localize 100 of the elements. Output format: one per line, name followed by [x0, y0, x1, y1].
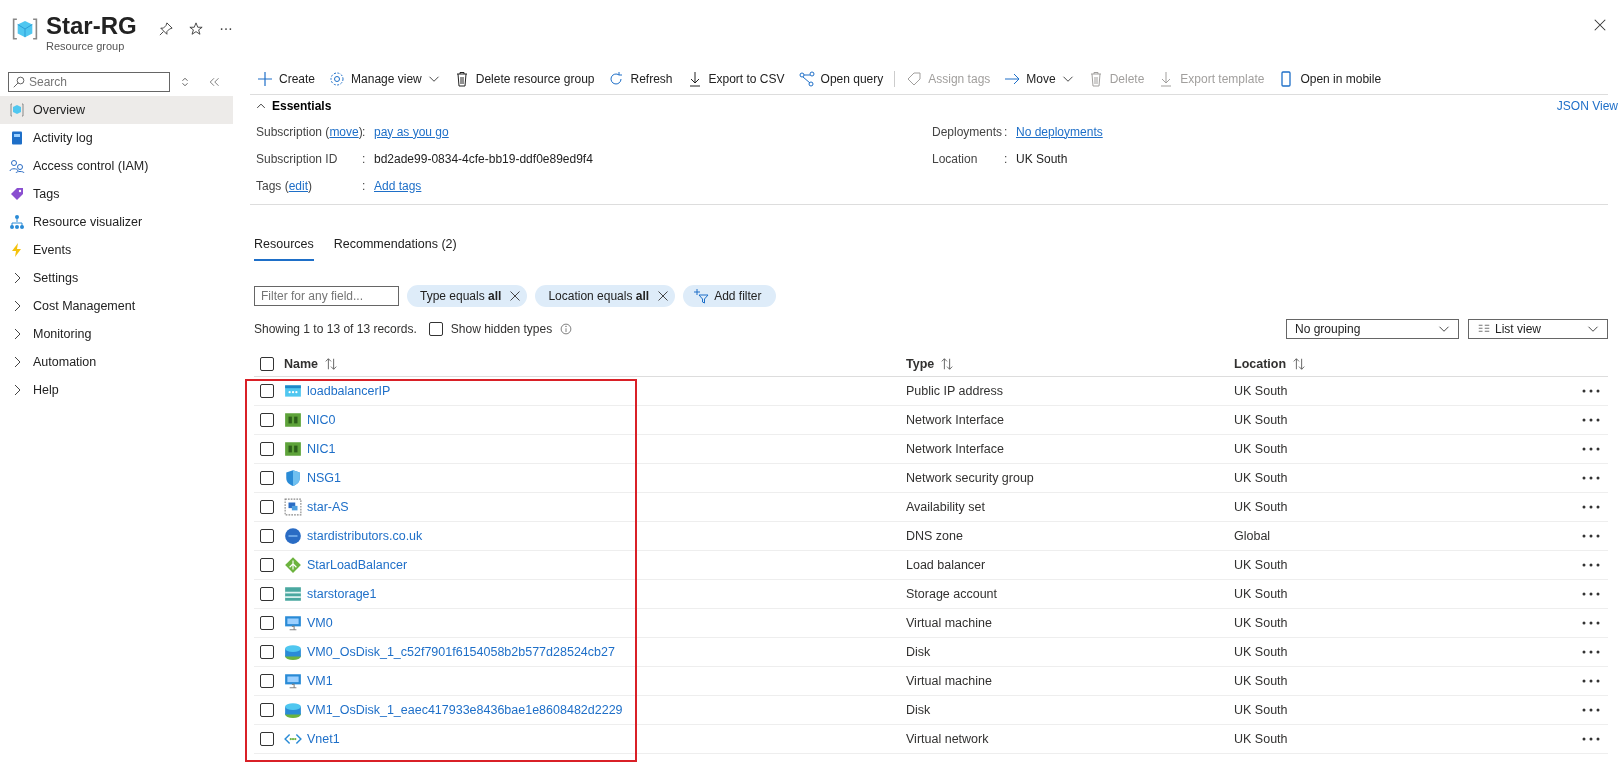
toolbar-button[interactable]: Create [250, 66, 323, 92]
row-checkbox[interactable] [260, 732, 274, 746]
resource-link[interactable]: StarLoadBalancer [307, 558, 408, 572]
field-value-link[interactable]: No deployments [1016, 124, 1103, 139]
toolbar-button[interactable]: Refresh [601, 66, 680, 92]
tab[interactable]: Resources [254, 235, 314, 261]
more-button[interactable] [1582, 678, 1600, 684]
resource-link[interactable]: Vnet1 [307, 732, 340, 746]
filter-field[interactable]: Filter for any field... [254, 286, 399, 306]
sidebar-item[interactable]: Settings [0, 264, 233, 292]
json-view-link[interactable]: JSON View [1556, 99, 1618, 113]
table-cell-text: DNS zone [906, 529, 964, 543]
resource-link[interactable]: NSG1 [307, 471, 342, 485]
sidebar-item[interactable]: Resource visualizer [0, 208, 233, 236]
availability-set-icon [284, 498, 302, 516]
toolbar-button[interactable]: Move [997, 66, 1081, 92]
sidebar-item[interactable]: Overview [0, 96, 233, 124]
page-title: Star-RG [46, 12, 137, 40]
more-button[interactable] [1582, 591, 1600, 597]
row-checkbox[interactable] [260, 616, 274, 630]
row-checkbox[interactable] [260, 645, 274, 659]
resource-link[interactable]: VM0 [307, 616, 333, 630]
view-dropdown[interactable]: List view [1468, 319, 1608, 339]
more-button[interactable] [1582, 475, 1600, 481]
column-header[interactable]: Type [906, 356, 935, 371]
filter-icon [693, 288, 710, 304]
row-checkbox[interactable] [260, 587, 274, 601]
row-checkbox[interactable] [260, 703, 274, 717]
checkbox[interactable] [428, 322, 443, 336]
grouping-dropdown[interactable]: No grouping [1286, 319, 1459, 339]
table-cell-text: Load balancer [906, 558, 987, 572]
table-cell-text: UK South [1234, 442, 1289, 456]
field-label: Tags (edit) [256, 178, 314, 193]
resource-link[interactable]: loadbalancerIP [307, 384, 391, 398]
more-button[interactable] [1582, 504, 1600, 510]
resource-link[interactable]: VM1 [307, 674, 333, 688]
globe-icon [284, 527, 302, 545]
search-field[interactable]: Search [8, 72, 170, 92]
filter-chip[interactable]: Location equals all [535, 285, 676, 307]
resource-link[interactable]: VM0_OsDisk_1_c52f7901f6154058b2b577d28524cb27 [307, 645, 615, 659]
table-cell-text: Disk [906, 645, 932, 659]
more-button[interactable] [1582, 533, 1600, 539]
field-label-link[interactable]: move [329, 124, 359, 139]
row-checkbox[interactable] [260, 558, 274, 572]
toolbar-button[interactable]: Open in mobile [1271, 66, 1389, 92]
sidebar-item[interactable]: Events [0, 236, 233, 264]
more-button[interactable] [1582, 736, 1600, 742]
toolbar-button[interactable]: Delete resource group [446, 66, 602, 92]
field-separator: : [362, 124, 367, 139]
resource-link[interactable]: NIC1 [307, 442, 336, 456]
toolbar-button[interactable]: Manage view [322, 66, 447, 92]
sidebar-item[interactable]: Tags [0, 180, 233, 208]
pin-icon [158, 22, 173, 36]
row-checkbox[interactable] [260, 674, 274, 688]
select-all-checkbox[interactable] [260, 356, 274, 371]
add-filter-button[interactable]: Add filter [683, 285, 776, 307]
table-cell-text: Virtual machine [906, 616, 993, 630]
tab[interactable]: Recommendations (2) [333, 235, 457, 261]
more-icon [1582, 562, 1600, 568]
field-label: Location [932, 151, 979, 166]
tag-icon [9, 186, 25, 202]
row-checkbox[interactable] [260, 384, 274, 398]
hierarchy-icon [9, 214, 25, 230]
sidebar-item[interactable]: Automation [0, 348, 233, 376]
records-count: Showing 1 to 13 of 13 records. [254, 322, 417, 336]
more-button[interactable] [1582, 620, 1600, 626]
column-header[interactable]: Name [284, 356, 319, 371]
row-checkbox[interactable] [260, 529, 274, 543]
sidebar-item[interactable]: Activity log [0, 124, 233, 152]
list-icon [1477, 323, 1491, 335]
toolbar-button[interactable]: Open query [791, 66, 891, 92]
more-icon [1582, 446, 1600, 452]
sidebar-item[interactable]: Access control (IAM) [0, 152, 233, 180]
toolbar-button[interactable]: Export to CSV [679, 66, 792, 92]
table-cell-text: Network Interface [906, 442, 1005, 456]
table-cell-text: UK South [1234, 413, 1289, 427]
more-button[interactable] [1582, 649, 1600, 655]
row-checkbox[interactable] [260, 471, 274, 485]
sidebar-item[interactable]: Cost Management [0, 292, 233, 320]
more-button[interactable] [1582, 562, 1600, 568]
sidebar-item[interactable]: Monitoring [0, 320, 233, 348]
field-value-link[interactable]: Add tags [374, 178, 422, 193]
row-checkbox[interactable] [260, 413, 274, 427]
more-button[interactable] [1582, 446, 1600, 452]
more-button[interactable] [1582, 417, 1600, 423]
more-button[interactable] [1582, 388, 1600, 394]
resource-link[interactable]: NIC0 [307, 413, 336, 427]
resource-link[interactable]: stardistributors.co.uk [307, 529, 423, 543]
more-icon [1582, 533, 1600, 539]
filter-chip[interactable]: Type equals all [407, 285, 528, 307]
sidebar-item[interactable]: Help [0, 376, 233, 404]
field-value-link[interactable]: pay as you go [374, 124, 449, 139]
resource-link[interactable]: starstorage1 [307, 587, 377, 601]
resource-link[interactable]: star-AS [307, 500, 349, 514]
resource-link[interactable]: VM1_OsDisk_1_eaec417933e8436bae1e8608482d2229 [307, 703, 623, 717]
essentials-toggle[interactable]: Essentials [256, 99, 332, 113]
row-checkbox[interactable] [260, 500, 274, 514]
column-header[interactable]: Location [1234, 356, 1287, 371]
more-button[interactable] [1582, 707, 1600, 713]
row-checkbox[interactable] [260, 442, 274, 456]
